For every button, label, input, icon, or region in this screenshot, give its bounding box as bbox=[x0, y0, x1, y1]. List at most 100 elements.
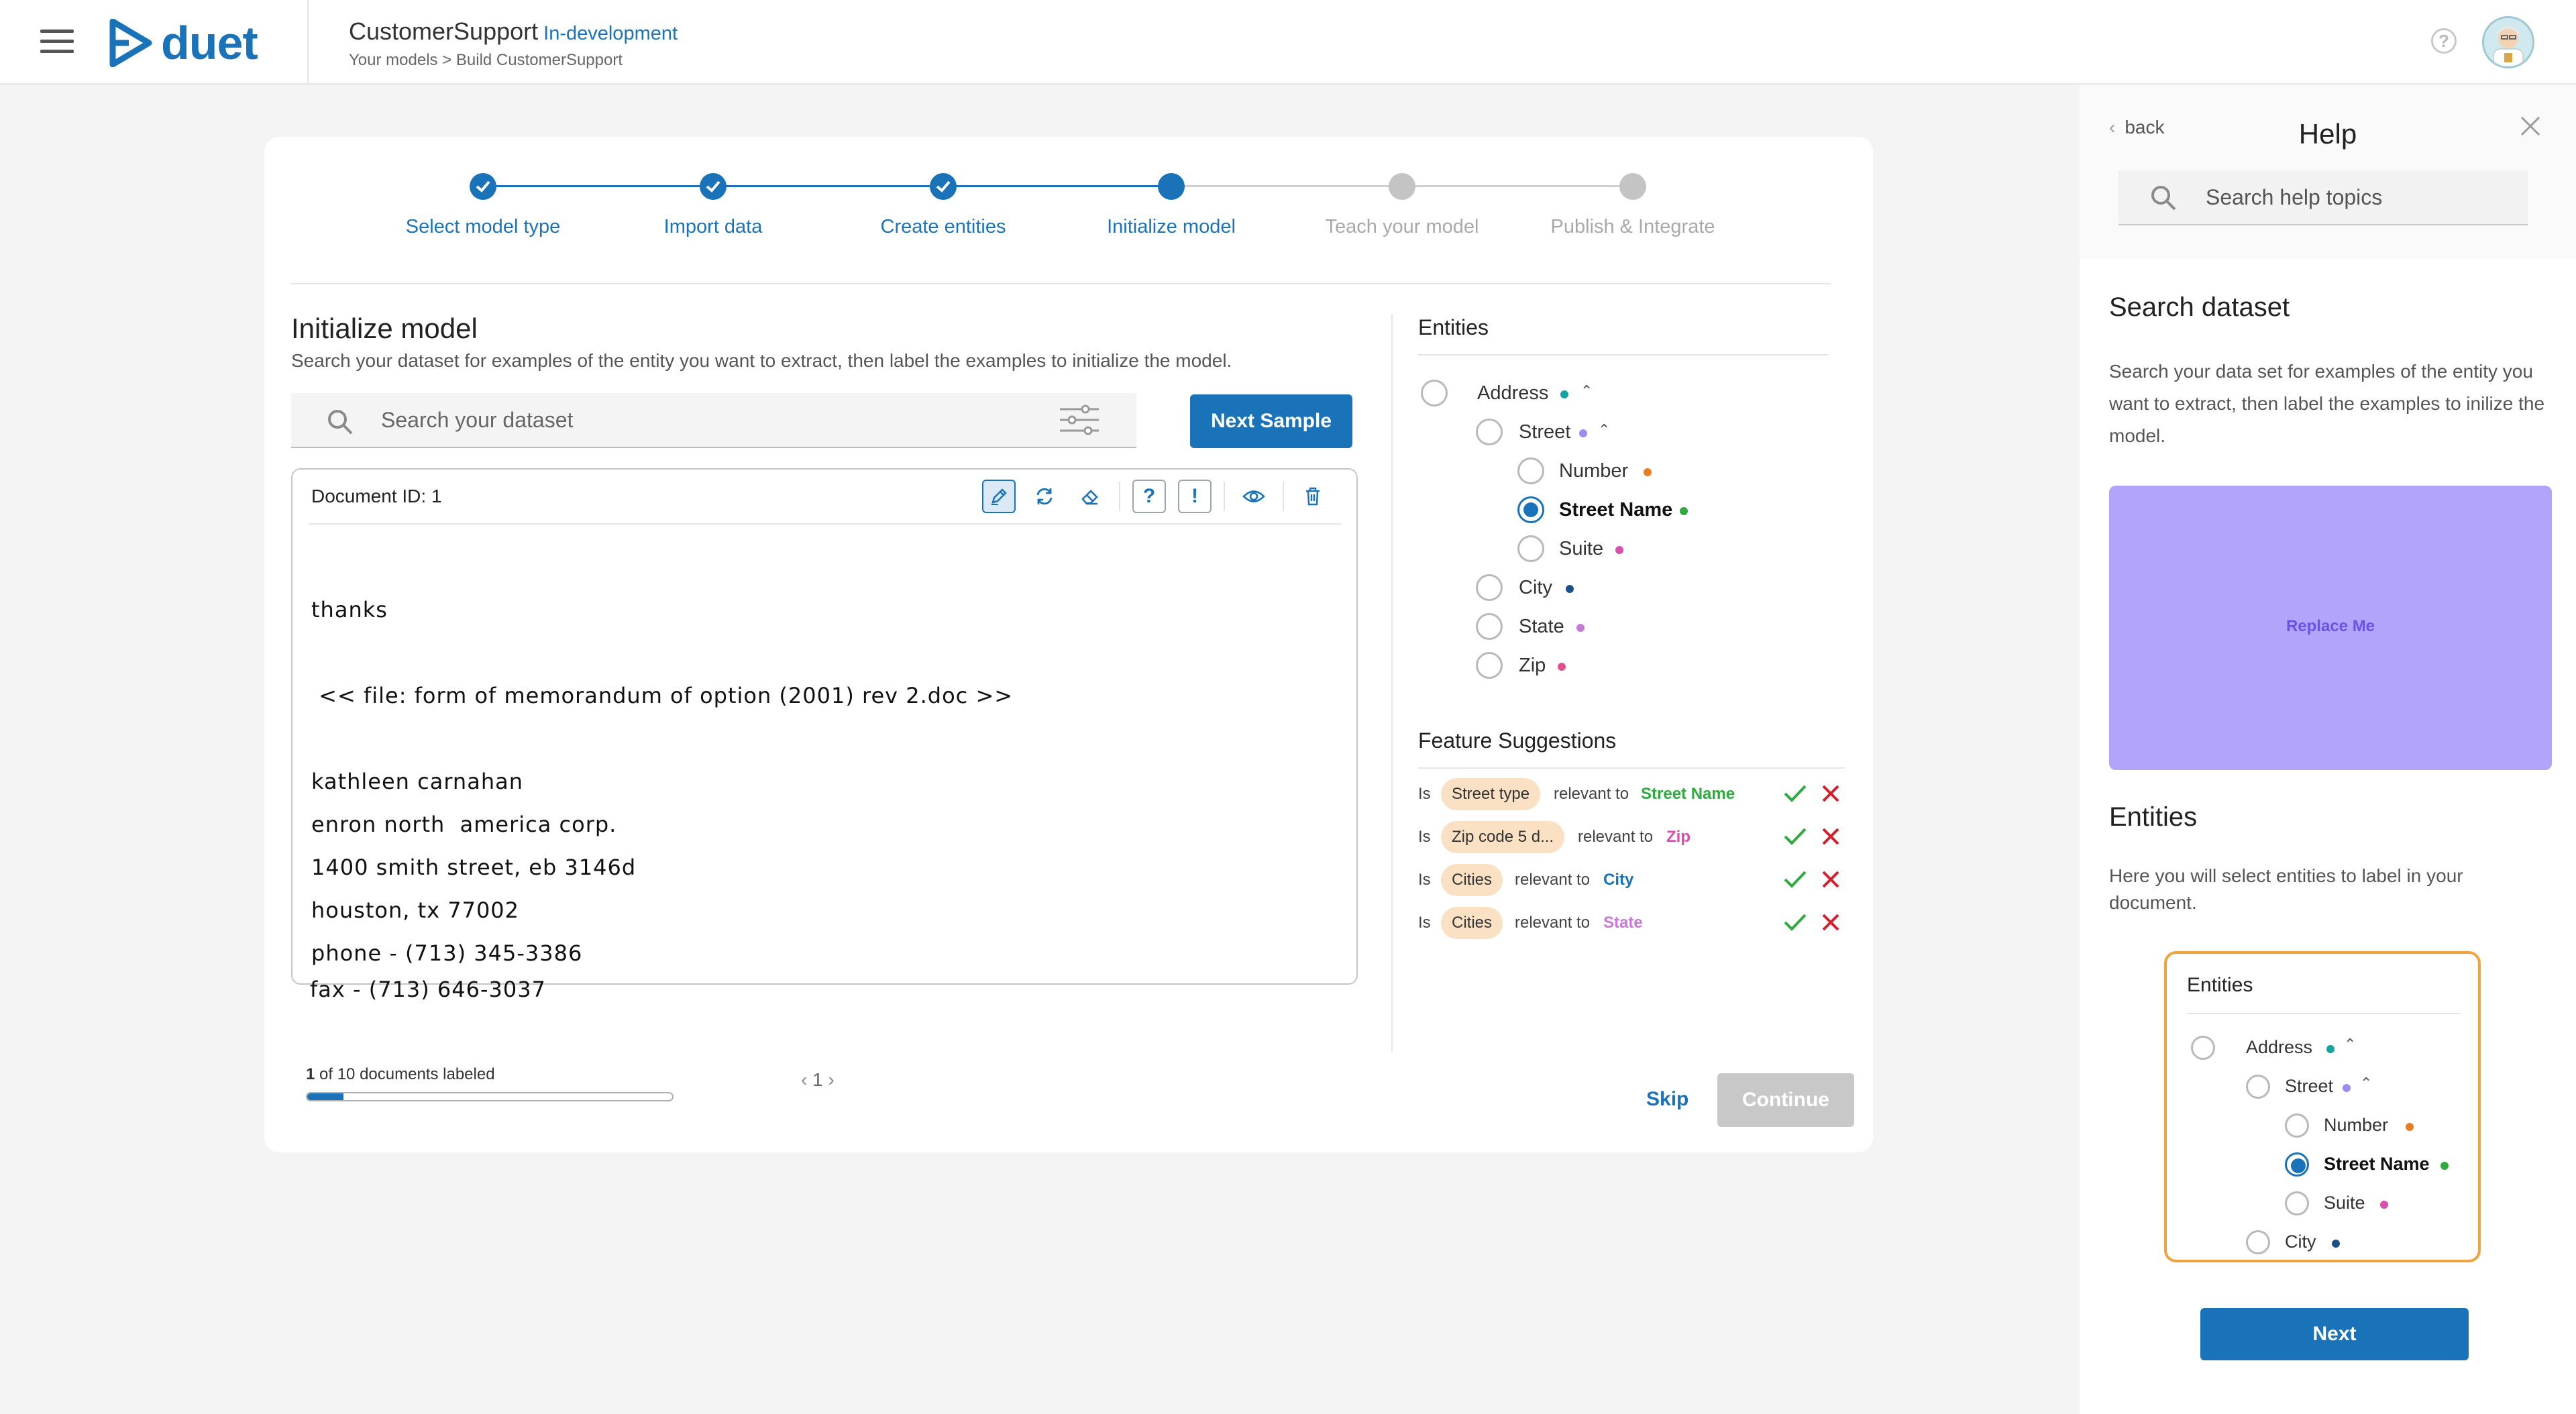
document-line[interactable]: 1400 smith street, eb 3146d bbox=[311, 855, 636, 880]
entity-label-address[interactable]: Address bbox=[1477, 382, 1548, 404]
annotate-tool-button[interactable] bbox=[982, 480, 1016, 513]
help-search-input[interactable]: Search help topics bbox=[2118, 170, 2528, 225]
preview-label-street-name: Street Name bbox=[2324, 1154, 2430, 1174]
preview-label-number: Number bbox=[2324, 1115, 2389, 1135]
help-section-text: Search your data set for examples of the… bbox=[2109, 361, 2545, 446]
step-1-dot[interactable] bbox=[470, 173, 496, 200]
step-1-label[interactable]: Select model type bbox=[406, 216, 561, 238]
chevron-left-icon[interactable]: ‹ bbox=[801, 1069, 807, 1090]
column-divider bbox=[1391, 314, 1393, 1052]
entity-radio-zip[interactable] bbox=[1476, 652, 1503, 679]
suggestion-feature-chip[interactable]: Zip code 5 d... bbox=[1441, 821, 1565, 853]
step-2-label[interactable]: Import data bbox=[664, 216, 763, 238]
document-line[interactable]: kathleen carnahan bbox=[311, 769, 523, 794]
breadcrumb[interactable]: Your models > Build CustomerSupport bbox=[349, 51, 623, 70]
help-next-button[interactable]: Next bbox=[2200, 1308, 2469, 1360]
document-line[interactable]: fax - (713) 646-3037 bbox=[310, 977, 546, 1002]
entity-radio-street-name[interactable] bbox=[1517, 496, 1544, 523]
erase-button[interactable] bbox=[1073, 480, 1107, 513]
accept-check-icon[interactable] bbox=[1783, 912, 1807, 932]
preview-radio-city bbox=[2246, 1230, 2270, 1254]
entities-title: Entities bbox=[1418, 315, 1489, 339]
step-2-dot[interactable] bbox=[700, 173, 727, 200]
toolbar-separator bbox=[1119, 482, 1120, 511]
delete-button[interactable] bbox=[1296, 480, 1330, 513]
chevron-up-icon[interactable]: ⌃ bbox=[1580, 382, 1593, 400]
entity-color-dot bbox=[2440, 1162, 2449, 1170]
help-section-title: Entities bbox=[2109, 802, 2198, 832]
entities-divider bbox=[1418, 354, 1829, 356]
suggestion-feature-chip[interactable]: Cities bbox=[1441, 864, 1503, 896]
help-title: Help bbox=[2298, 118, 2357, 150]
refresh-icon bbox=[1036, 488, 1053, 505]
entity-color-dot bbox=[1579, 429, 1587, 437]
entity-label-city[interactable]: City bbox=[1519, 577, 1552, 599]
close-icon[interactable] bbox=[2518, 114, 2542, 138]
entity-label-street-name[interactable]: Street Name bbox=[1559, 499, 1672, 521]
suggestion-is: Is bbox=[1418, 871, 1431, 889]
eye-icon bbox=[1242, 490, 1265, 502]
step-4-dot[interactable] bbox=[1158, 173, 1185, 200]
chevron-up-icon[interactable]: ⌃ bbox=[1598, 421, 1610, 439]
document-line[interactable]: thanks bbox=[311, 597, 388, 622]
help-icon[interactable]: ? bbox=[2431, 28, 2457, 54]
reject-x-icon[interactable] bbox=[1821, 826, 1841, 847]
chevron-right-icon[interactable]: › bbox=[828, 1069, 834, 1090]
entity-radio-address[interactable] bbox=[1421, 380, 1448, 406]
entity-color-dot bbox=[2380, 1201, 2388, 1209]
eraser-icon bbox=[1081, 490, 1098, 505]
step-3-label[interactable]: Create entities bbox=[881, 216, 1006, 238]
accept-check-icon[interactable] bbox=[1783, 869, 1807, 889]
flag-button[interactable]: ! bbox=[1178, 480, 1212, 513]
step-3-dot[interactable] bbox=[930, 173, 957, 200]
labeled-progress-text: 1 of 10 documents labeled bbox=[306, 1065, 495, 1084]
entity-label-zip[interactable]: Zip bbox=[1519, 655, 1546, 677]
document-line[interactable]: << file: form of memorandum of option (2… bbox=[311, 683, 1013, 708]
suggestion-feature-chip[interactable]: Street type bbox=[1441, 778, 1541, 810]
avatar[interactable] bbox=[2482, 16, 2534, 68]
entity-radio-state[interactable] bbox=[1476, 613, 1503, 640]
feature-suggestions-title: Feature Suggestions bbox=[1418, 728, 1617, 753]
entity-radio-city[interactable] bbox=[1476, 574, 1503, 601]
question-button[interactable]: ? bbox=[1132, 480, 1166, 513]
dataset-search-input[interactable]: Search your dataset bbox=[291, 393, 1136, 448]
toolbar-separator bbox=[1224, 482, 1225, 511]
chevron-up-icon: ⌃ bbox=[2360, 1075, 2373, 1091]
toolbar-separator bbox=[1283, 482, 1284, 511]
continue-button[interactable]: Continue bbox=[1717, 1073, 1854, 1127]
document-viewer: Document ID: 1 ? ! thanks << file: form … bbox=[291, 468, 1358, 985]
entity-radio-number[interactable] bbox=[1517, 457, 1544, 484]
document-line[interactable]: phone - (713) 345-3386 bbox=[311, 940, 582, 966]
accept-check-icon[interactable] bbox=[1783, 826, 1807, 847]
skip-button[interactable]: Skip bbox=[1646, 1088, 1688, 1111]
menu-icon[interactable] bbox=[40, 30, 74, 54]
suggestion-feature-chip[interactable]: Cities bbox=[1441, 907, 1503, 939]
entity-color-dot bbox=[1560, 390, 1568, 398]
suggestion-entity: City bbox=[1603, 871, 1634, 889]
stepper-progress-line bbox=[483, 185, 1171, 187]
preview-button[interactable] bbox=[1237, 480, 1271, 513]
project-status: In-development bbox=[543, 23, 678, 44]
dataset-search-placeholder: Search your dataset bbox=[381, 408, 574, 432]
next-sample-button[interactable]: Next Sample bbox=[1190, 394, 1352, 448]
app-logo[interactable]: duet bbox=[109, 16, 258, 70]
filter-sliders-icon[interactable] bbox=[1059, 402, 1100, 437]
document-line[interactable]: enron north america corp. bbox=[311, 812, 616, 837]
step-4-label[interactable]: Initialize model bbox=[1107, 216, 1236, 238]
preview-label-suite: Suite bbox=[2324, 1193, 2365, 1213]
entity-label-state[interactable]: State bbox=[1519, 616, 1564, 638]
document-line[interactable]: houston, tx 77002 bbox=[311, 898, 519, 923]
accept-check-icon[interactable] bbox=[1783, 783, 1807, 804]
entity-label-number[interactable]: Number bbox=[1559, 460, 1628, 482]
refresh-button[interactable] bbox=[1028, 480, 1061, 513]
reject-x-icon[interactable] bbox=[1821, 869, 1841, 889]
reject-x-icon[interactable] bbox=[1821, 912, 1841, 932]
entity-label-street[interactable]: Street bbox=[1519, 421, 1570, 443]
step-6-dot bbox=[1619, 173, 1646, 200]
entity-color-dot bbox=[2326, 1045, 2334, 1053]
entity-label-suite[interactable]: Suite bbox=[1559, 538, 1603, 560]
entity-radio-street[interactable] bbox=[1476, 419, 1503, 445]
entity-color-dot bbox=[1680, 507, 1688, 515]
entity-radio-suite[interactable] bbox=[1517, 535, 1544, 562]
reject-x-icon[interactable] bbox=[1821, 783, 1841, 804]
